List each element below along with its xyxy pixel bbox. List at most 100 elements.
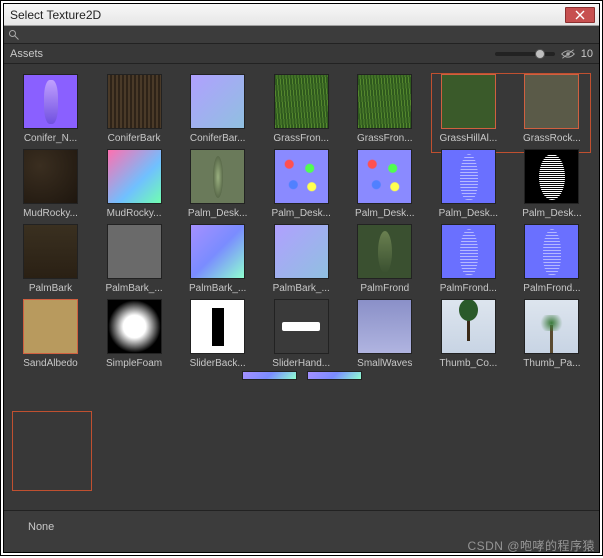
asset-label: MudRocky...: [12, 208, 89, 219]
search-icon: [8, 29, 20, 41]
asset-item[interactable]: PalmFrond: [346, 224, 423, 294]
asset-item[interactable]: GrassFron...: [263, 74, 340, 144]
search-bar[interactable]: [4, 26, 599, 44]
asset-label: PalmFrond...: [513, 283, 590, 294]
asset-label: Palm_Desk...: [430, 208, 507, 219]
asset-thumbnail: [190, 74, 245, 129]
asset-thumbnail: [190, 149, 245, 204]
asset-grid-area: Conifer_N... ConiferBark ConiferBar... Gras…: [4, 64, 599, 510]
asset-item[interactable]: SimpleFoam: [96, 299, 173, 369]
asset-label: ConiferBar...: [179, 133, 256, 144]
asset-item[interactable]: PalmBark_...: [179, 224, 256, 294]
asset-thumbnail: [23, 299, 78, 354]
asset-label: PalmBark_...: [96, 283, 173, 294]
asset-label: SimpleFoam: [96, 358, 173, 369]
asset-item[interactable]: MudRocky...: [12, 149, 89, 219]
asset-label: Palm_Desk...: [513, 208, 590, 219]
asset-item[interactable]: PalmFrond...: [430, 224, 507, 294]
asset-item[interactable]: ConiferBar...: [179, 74, 256, 144]
window-inner: Select Texture2D Assets 10 Conifer_N...C…: [3, 3, 600, 553]
selection-footer: None: [4, 510, 599, 552]
asset-thumbnail: [107, 74, 162, 129]
asset-thumbnail: [23, 74, 78, 129]
asset-label: GrassFron...: [263, 133, 340, 144]
asset-label: Thumb_Co...: [430, 358, 507, 369]
asset-item[interactable]: GrassHillAl...: [430, 74, 507, 144]
asset-label: SmallWaves: [346, 358, 423, 369]
asset-label: SandAlbedo: [12, 358, 89, 369]
asset-item[interactable]: PalmFrond...: [513, 224, 590, 294]
asset-item[interactable]: Thumb_Pa...: [513, 299, 590, 369]
slider-knob[interactable]: [535, 49, 545, 59]
asset-thumbnail: [274, 74, 329, 129]
asset-thumbnail: [357, 149, 412, 204]
asset-item[interactable]: Palm_Desk...: [430, 149, 507, 219]
asset-item[interactable]: Palm_Desk...: [179, 149, 256, 219]
asset-item[interactable]: SmallWaves: [346, 299, 423, 369]
asset-item[interactable]: MudRocky...: [96, 149, 173, 219]
asset-item[interactable]: Conifer_N...: [12, 74, 89, 144]
asset-thumbnail-overflow[interactable]: [307, 371, 362, 380]
window-title: Select Texture2D: [10, 8, 565, 22]
asset-item[interactable]: Palm_Desk...: [346, 149, 423, 219]
asset-thumbnail: [441, 74, 496, 129]
asset-item[interactable]: PalmBark_...: [263, 224, 340, 294]
asset-thumbnail: [107, 299, 162, 354]
asset-label: GrassFron...: [346, 133, 423, 144]
grid-overflow-row: [12, 369, 591, 383]
asset-label: Palm_Desk...: [263, 208, 340, 219]
asset-thumbnail: [357, 299, 412, 354]
asset-thumbnail: [441, 149, 496, 204]
asset-item[interactable]: SliderHand...: [263, 299, 340, 369]
asset-label: PalmBark: [12, 283, 89, 294]
asset-thumbnail: [524, 149, 579, 204]
asset-label: PalmBark_...: [263, 283, 340, 294]
asset-thumbnail: [23, 149, 78, 204]
asset-thumbnail: [524, 299, 579, 354]
asset-item[interactable]: ConiferBark: [96, 74, 173, 144]
asset-label: PalmFrond: [346, 283, 423, 294]
asset-label: Palm_Desk...: [179, 208, 256, 219]
asset-thumbnail: [274, 149, 329, 204]
asset-item[interactable]: SandAlbedo: [12, 299, 89, 369]
asset-label: PalmBark_...: [179, 283, 256, 294]
search-input[interactable]: [24, 27, 595, 43]
asset-item[interactable]: GrassFron...: [346, 74, 423, 144]
asset-label: SliderBack...: [179, 358, 256, 369]
assets-tab-row: Assets 10: [4, 44, 599, 64]
asset-thumbnail: [357, 224, 412, 279]
asset-item[interactable]: Palm_Desk...: [263, 149, 340, 219]
asset-label: ConiferBark: [96, 133, 173, 144]
asset-label: Conifer_N...: [12, 133, 89, 144]
close-icon: [575, 10, 585, 20]
hidden-visibility-icon[interactable]: [561, 47, 575, 61]
titlebar[interactable]: Select Texture2D: [4, 4, 599, 26]
close-button[interactable]: [565, 7, 595, 23]
asset-item[interactable]: PalmBark: [12, 224, 89, 294]
highlight-box-bottom-left: [12, 411, 92, 491]
asset-thumbnail: [524, 74, 579, 129]
asset-item[interactable]: Palm_Desk...: [513, 149, 590, 219]
asset-label: GrassRock...: [513, 133, 590, 144]
assets-tab[interactable]: Assets: [10, 48, 489, 60]
asset-label: MudRocky...: [96, 208, 173, 219]
asset-label: PalmFrond...: [430, 283, 507, 294]
asset-label: SliderHand...: [263, 358, 340, 369]
asset-grid: Conifer_N... ConiferBark ConiferBar... Gras…: [12, 74, 591, 369]
asset-item[interactable]: PalmBark_...: [96, 224, 173, 294]
asset-thumbnail: [274, 299, 329, 354]
asset-thumbnail: [190, 299, 245, 354]
asset-thumbnail: [441, 224, 496, 279]
thumbnail-size-slider[interactable]: [495, 52, 555, 56]
asset-thumbnail: [23, 224, 78, 279]
asset-item[interactable]: Thumb_Co...: [430, 299, 507, 369]
asset-item[interactable]: GrassRock...: [513, 74, 590, 144]
asset-label: Palm_Desk...: [346, 208, 423, 219]
asset-thumbnail: [441, 299, 496, 354]
asset-thumbnail: [524, 224, 579, 279]
asset-thumbnail: [107, 224, 162, 279]
asset-thumbnail-overflow[interactable]: [242, 371, 297, 380]
selection-label: None: [28, 521, 54, 533]
hidden-count: 10: [581, 48, 593, 60]
asset-item[interactable]: SliderBack...: [179, 299, 256, 369]
